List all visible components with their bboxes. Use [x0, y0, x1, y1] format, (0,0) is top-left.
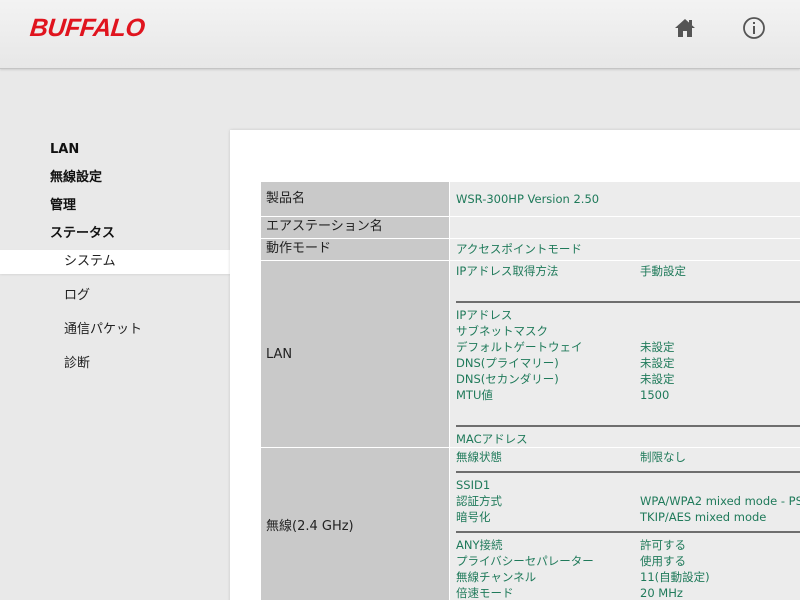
- lan-dns1-key: DNS(プライマリー): [456, 356, 559, 370]
- lan-ip-method-key: IPアドレス取得方法: [456, 264, 559, 278]
- lan-label: LAN: [260, 260, 450, 448]
- wireless-privacy-val: 使用する: [640, 554, 686, 568]
- sidebar-subitem-log[interactable]: ログ: [0, 284, 230, 318]
- wireless-ssid-key: SSID1: [456, 478, 491, 492]
- mode-label: 動作モード: [260, 238, 450, 261]
- wireless-enc-row: 暗号化 TKIP/AES mixed mode: [456, 509, 800, 525]
- wireless-enc-val: TKIP/AES mixed mode: [640, 510, 767, 524]
- lan-ip-row: IPアドレス: [456, 307, 800, 323]
- lan-mac-key: MACアドレス: [456, 432, 528, 446]
- content-panel: 製品名 WSR-300HP Version 2.50 エアステーション名 動作モ…: [230, 130, 800, 600]
- buffalo-logo[interactable]: BUFFALO: [28, 14, 146, 43]
- sidebar-item-wireless[interactable]: 無線設定: [0, 166, 230, 194]
- wireless-channel-key: 無線チャンネル: [456, 570, 537, 584]
- lan-mac-row: MACアドレス: [456, 431, 800, 447]
- wireless-auth-key: 認証方式: [456, 494, 502, 508]
- wireless-label: 無線(2.4 GHz): [260, 447, 450, 600]
- wireless-auth-row: 認証方式 WPA/WPA2 mixed mode - PSK: [456, 493, 800, 509]
- section-divider: [456, 301, 800, 303]
- mode-value: アクセスポイントモード: [449, 238, 800, 261]
- table-row-wireless: 無線(2.4 GHz) 無線状態 制限なし SSID1 認証方式 WPA/WPA…: [260, 447, 800, 600]
- lan-gateway-row: デフォルトゲートウェイ 未設定: [456, 339, 800, 355]
- lan-mtu-key: MTU値: [456, 388, 493, 402]
- sidebar-item-lan[interactable]: LAN: [0, 138, 230, 166]
- section-divider: [456, 531, 800, 533]
- wireless-channel-val: 11(自動設定): [640, 570, 710, 584]
- wireless-speed-key: 倍速モード: [456, 586, 514, 600]
- info-icon[interactable]: [742, 16, 766, 40]
- wireless-any-row: ANY接続 許可する: [456, 537, 800, 553]
- lan-mtu-row: MTU値 1500: [456, 387, 800, 403]
- wireless-privacy-row: プライバシーセパレーター 使用する: [456, 553, 800, 569]
- wireless-values: 無線状態 制限なし SSID1 認証方式 WPA/WPA2 mixed mode…: [449, 447, 800, 600]
- wireless-any-key: ANY接続: [456, 538, 503, 552]
- lan-ip-key: IPアドレス: [456, 308, 513, 322]
- lan-subnet-key: サブネットマスク: [456, 324, 548, 338]
- home-icon[interactable]: [673, 16, 697, 40]
- system-status-table: 製品名 WSR-300HP Version 2.50 エアステーション名 動作モ…: [260, 181, 800, 600]
- wireless-state-row: 無線状態 制限なし: [456, 449, 800, 465]
- lan-values: IPアドレス取得方法 手動設定 IPアドレス サブネットマスク デフォルトゲート…: [449, 260, 800, 448]
- wireless-auth-val: WPA/WPA2 mixed mode - PSK: [640, 494, 800, 508]
- wireless-speed-row: 倍速モード 20 MHz: [456, 585, 800, 600]
- lan-subnet-row: サブネットマスク: [456, 323, 800, 339]
- sidebar-item-status[interactable]: ステータス: [0, 222, 230, 250]
- top-header: BUFFALO: [0, 0, 800, 69]
- sidebar-nav: LAN 無線設定 管理 ステータス システム ログ 通信パケット 診断: [0, 138, 230, 386]
- table-row-lan: LAN IPアドレス取得方法 手動設定 IPアドレス サブネットマスク デフォル: [260, 260, 800, 448]
- lan-gateway-key: デフォルトゲートウェイ: [456, 340, 583, 354]
- table-row-airstation: エアステーション名: [260, 216, 800, 239]
- section-divider: [456, 425, 800, 427]
- wireless-ssid-row: SSID1: [456, 477, 800, 493]
- airstation-label: エアステーション名: [260, 216, 450, 239]
- lan-mtu-val: 1500: [640, 388, 670, 402]
- sidebar-item-admin[interactable]: 管理: [0, 194, 230, 222]
- lan-gateway-val: 未設定: [640, 340, 675, 354]
- airstation-value: [449, 216, 800, 239]
- sidebar-subitem-system[interactable]: システム: [0, 250, 230, 274]
- lan-dns2-row: DNS(セカンダリー) 未設定: [456, 371, 800, 387]
- product-value: WSR-300HP Version 2.50: [449, 181, 800, 217]
- lan-dns2-val: 未設定: [640, 372, 675, 386]
- sidebar-subitem-diagnostics[interactable]: 診断: [0, 352, 230, 386]
- wireless-any-val: 許可する: [640, 538, 686, 552]
- product-label: 製品名: [260, 181, 450, 217]
- table-row-product: 製品名 WSR-300HP Version 2.50: [260, 181, 800, 217]
- lan-dns2-key: DNS(セカンダリー): [456, 372, 559, 386]
- sidebar-subitem-packets[interactable]: 通信パケット: [0, 318, 230, 352]
- section-divider: [456, 471, 800, 473]
- lan-ip-method-val: 手動設定: [640, 264, 686, 278]
- wireless-state-val: 制限なし: [640, 450, 686, 464]
- lan-ip-method-row: IPアドレス取得方法 手動設定: [456, 263, 800, 279]
- table-row-mode: 動作モード アクセスポイントモード: [260, 238, 800, 261]
- wireless-privacy-key: プライバシーセパレーター: [456, 554, 594, 568]
- wireless-state-key: 無線状態: [456, 450, 502, 464]
- lan-dns1-row: DNS(プライマリー) 未設定: [456, 355, 800, 371]
- wireless-channel-row: 無線チャンネル 11(自動設定): [456, 569, 800, 585]
- lan-dns1-val: 未設定: [640, 356, 675, 370]
- wireless-enc-key: 暗号化: [456, 510, 491, 524]
- wireless-speed-val: 20 MHz: [640, 586, 683, 600]
